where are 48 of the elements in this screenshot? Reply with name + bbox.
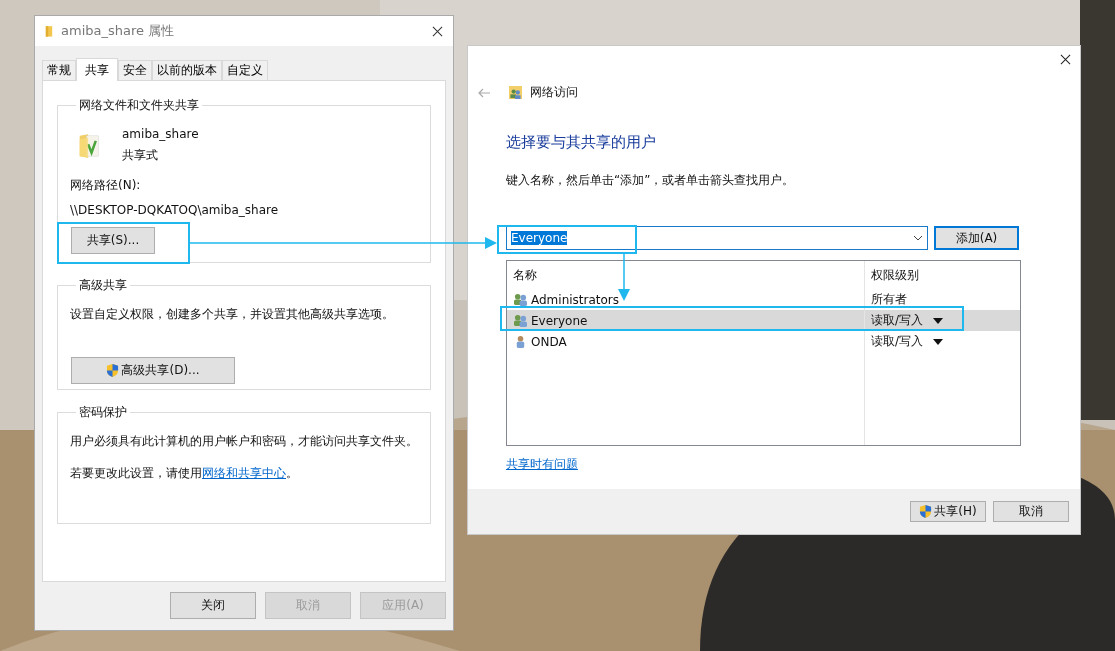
user-row[interactable]: Everyone 读取/写入	[507, 310, 1020, 331]
dialog-button[interactable]: 取消	[993, 501, 1069, 522]
arrow	[618, 254, 630, 301]
dialog-button[interactable]: 关闭	[170, 592, 256, 619]
permission-level: 所有者	[871, 291, 907, 308]
tab[interactable]: 安全	[118, 60, 152, 80]
description-text: 设置自定义权限，创建多个共享，并设置其他高级共享选项。	[70, 306, 395, 323]
help-link[interactable]: 共享时有问题	[506, 456, 578, 473]
chevron-down-icon[interactable]	[913, 235, 923, 241]
permission-level[interactable]: 读取/写入	[871, 333, 924, 350]
instruction-text: 键入名称，然后单击“添加”，或者单击箭头查找用户。	[506, 172, 796, 189]
dropdown-arrow-icon[interactable]	[933, 317, 944, 324]
description-text: 用户必须具有此计算机的用户帐户和密码，才能访问共享文件夹。	[70, 433, 418, 450]
shield-icon	[106, 363, 120, 378]
window-title: 网络访问	[530, 84, 578, 101]
user-row[interactable]: ONDA 读取/写入	[507, 331, 1020, 352]
window-title: amiba_share 属性	[61, 22, 175, 40]
close-icon[interactable]	[432, 25, 443, 37]
user-group-icon	[513, 293, 528, 306]
group-heading: 密码保护	[78, 404, 128, 421]
tab[interactable]: 常规	[42, 60, 76, 80]
permission-level[interactable]: 读取/写入	[871, 312, 924, 329]
users-icon	[509, 86, 522, 99]
dropdown-arrow-icon[interactable]	[933, 338, 944, 345]
network-path: \\DESKTOP-DQKATOQ\amiba_share	[70, 203, 280, 217]
share-status: 共享式	[122, 147, 159, 164]
advanced-sharing-button[interactable]: 高级共享(D)...	[71, 357, 235, 384]
user-name: ONDA	[531, 334, 567, 349]
tab[interactable]: 共享	[76, 58, 118, 81]
path-label: 网络路径(N):	[70, 177, 142, 194]
tab[interactable]: 自定义	[222, 60, 268, 80]
close-icon[interactable]	[1060, 54, 1071, 65]
page-heading: 选择要与其共享的用户	[506, 133, 657, 152]
folder-icon	[45, 24, 53, 38]
column-header[interactable]: 权限级别	[865, 261, 1020, 289]
tab[interactable]: 以前的版本	[152, 60, 222, 80]
user-name: Administrators	[531, 292, 620, 307]
user-group-icon	[513, 314, 528, 327]
dialog-button[interactable]: 共享(H)	[910, 501, 986, 522]
folder-name: amiba_share	[122, 127, 199, 141]
user-combobox[interactable]: Everyone	[506, 226, 928, 250]
group-heading: 网络文件和文件夹共享	[78, 97, 200, 114]
group-heading: 高级共享	[78, 277, 128, 294]
share-button[interactable]: 共享(S)...	[71, 227, 155, 254]
change-settings-text: 若要更改此设置，请使用网络和共享中心。	[70, 465, 299, 482]
network-center-link[interactable]: 网络和共享中心	[202, 466, 286, 480]
add-button[interactable]: 添加(A)	[934, 226, 1019, 250]
user-name: Everyone	[531, 313, 588, 328]
